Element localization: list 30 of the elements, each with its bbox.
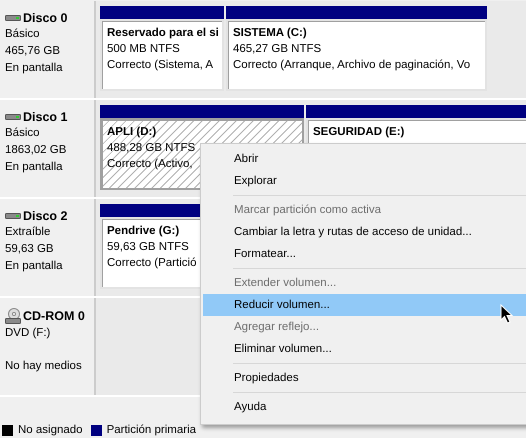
disk-status: En pantalla [5,160,63,175]
disk-type: Extraíble [5,225,50,240]
partition-name: APLI (D:) [107,125,156,140]
partition-size: 488,28 GB NTFS [107,141,196,156]
disk-status: No hay medios [5,359,82,374]
partition-name: Reservado para el si [107,26,219,41]
legend-label: Partición primaria [106,424,196,436]
partition-status: Correcto (Sistema, A [107,58,214,73]
disk-size: 465,76 GB [5,44,60,59]
disk-status: En pantalla [5,259,63,274]
disk-name: Disco 0 [23,11,68,25]
partition-size: 59,63 GB NTFS [107,240,189,255]
partition-status: Correcto (Activo, [107,157,193,172]
disk-status: En pantalla [5,61,63,76]
disk-name: Disco 2 [23,209,68,223]
disk-size: 59,63 GB [5,242,54,257]
disk-name: CD-ROM 0 [23,309,85,323]
partition-name: Pendrive (G:) [107,224,180,239]
partition-name: SEGURIDAD (E:) [313,125,404,140]
partition-name: SISTEMA (C:) [233,26,307,41]
legend-label: No asignado [18,424,83,436]
disk-type: Básico [5,126,40,141]
partition-status: Correcto (Arranque, Archivo de paginación, Vo [233,58,470,73]
disk-type: DVD (F:) [5,326,50,341]
disk-type: Básico [5,27,40,42]
disk-name: Disco 1 [23,110,68,124]
partition-size: 500 MB NTFS [107,42,180,57]
disk-size: 1863,02 GB [5,143,66,158]
partition-status: Correcto (Partició [107,256,196,271]
partition-size: 465,27 GB NTFS [233,42,322,57]
